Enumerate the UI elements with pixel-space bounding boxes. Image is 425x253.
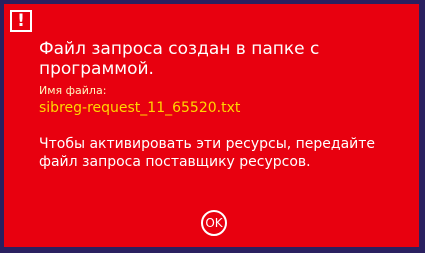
alert-dialog: ! Файл запроса создан в папке с программ…	[2, 2, 421, 249]
ok-button[interactable]: OK	[201, 210, 227, 236]
filename-label: Имя файла:	[39, 84, 107, 97]
exclamation-icon: !	[10, 10, 32, 32]
filename-value: sibreg-request_11_65520.txt	[39, 100, 241, 116]
dialog-message: Чтобы активировать эти ресурсы, передайт…	[39, 136, 376, 170]
dialog-title: Файл запроса создан в папке с программой…	[39, 39, 320, 79]
